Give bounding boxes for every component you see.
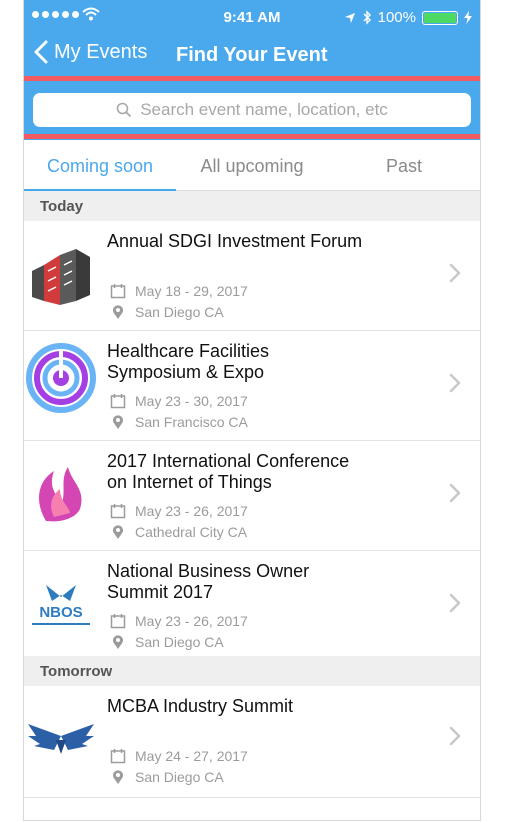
event-dates: May 23 - 30, 2017 <box>135 393 248 409</box>
calendar-icon <box>110 284 126 299</box>
page-title: Find Your Event <box>176 44 328 66</box>
chevron-right-icon <box>449 483 461 503</box>
battery-percent: 100% <box>377 9 416 26</box>
tab-coming-soon[interactable]: Coming soon <box>24 142 176 191</box>
event-row[interactable]: Healthcare Facilities Symposium & Expo M… <box>24 331 480 441</box>
event-dates-row: May 23 - 26, 2017 <box>110 613 248 629</box>
mcba-wings-logo <box>24 696 98 770</box>
back-button[interactable]: My Events <box>34 40 147 64</box>
map-pin-icon <box>113 525 123 539</box>
event-row[interactable]: MCBA Industry Summit May 24 - 27, 2017 S… <box>24 686 480 798</box>
event-location: San Diego CA <box>135 304 224 320</box>
event-dates: May 23 - 26, 2017 <box>135 613 248 629</box>
charging-icon <box>464 11 472 24</box>
event-dates-row: May 18 - 29, 2017 <box>110 283 248 299</box>
navigation-bar: My Events Find Your Event <box>24 40 480 74</box>
event-title: National Business Owner Summit 2017 <box>107 561 310 602</box>
event-title: MCBA Industry Summit <box>107 696 294 716</box>
event-location-row: San Diego CA <box>110 769 224 785</box>
calendar-icon <box>110 749 126 764</box>
event-row[interactable]: Annual SDGI Investment Forum May 18 - 29… <box>24 221 480 331</box>
chevron-right-icon <box>449 263 461 283</box>
calendar-icon <box>110 614 126 629</box>
event-location-row: San Diego CA <box>110 304 224 320</box>
event-location-row: Cathedral City CA <box>110 524 247 540</box>
event-row[interactable]: 2017 International Conference on Interne… <box>24 441 480 551</box>
back-button-label: My Events <box>54 40 148 63</box>
nbos-logo: NBOS <box>24 561 98 635</box>
event-location: San Diego CA <box>135 769 224 785</box>
sdgi-building-logo <box>24 231 98 305</box>
healthcare-circle-logo <box>24 341 98 415</box>
event-title: Annual SDGI Investment Forum <box>107 231 363 251</box>
section-header-tomorrow: Tomorrow <box>24 656 480 686</box>
status-bar: 9:41 AM 100% <box>24 0 480 34</box>
calendar-icon <box>110 394 126 409</box>
event-location-row: San Francisco CA <box>110 414 248 430</box>
map-pin-icon <box>113 305 123 319</box>
battery-icon <box>422 10 458 25</box>
map-pin-icon <box>113 770 123 784</box>
event-dates-row: May 24 - 27, 2017 <box>110 748 248 764</box>
chevron-right-icon <box>449 373 461 393</box>
event-title: Healthcare Facilities Symposium & Expo <box>107 341 270 382</box>
map-pin-icon <box>113 635 123 649</box>
event-title: 2017 International Conference on Interne… <box>107 451 350 492</box>
location-arrow-icon <box>344 12 355 23</box>
calendar-icon <box>110 504 126 519</box>
search-highlight <box>24 76 480 140</box>
nbos-logo-text: NBOS <box>39 604 82 621</box>
event-dates: May 18 - 29, 2017 <box>135 283 248 299</box>
iot-flame-logo <box>24 451 98 525</box>
section-header-today: Today <box>24 191 480 221</box>
event-dates: May 24 - 27, 2017 <box>135 748 248 764</box>
event-location: Cathedral City CA <box>135 524 248 540</box>
chevron-left-icon <box>34 40 48 64</box>
event-location-row: San Diego CA <box>110 634 224 650</box>
chevron-right-icon <box>449 726 461 746</box>
event-location: San Francisco CA <box>135 414 248 430</box>
event-dates: May 23 - 26, 2017 <box>135 503 248 519</box>
app-frame: 9:41 AM 100% My Events Find Your Event S… <box>23 0 481 821</box>
tab-all-upcoming[interactable]: All upcoming <box>176 142 328 190</box>
bluetooth-icon <box>363 10 371 25</box>
event-row[interactable]: NBOS National Business Owner Summit 2017… <box>24 551 480 661</box>
event-location: San Diego CA <box>135 634 224 650</box>
tab-past[interactable]: Past <box>328 142 480 190</box>
chevron-right-icon <box>449 593 461 613</box>
map-pin-icon <box>113 415 123 429</box>
highlight-box <box>24 76 480 139</box>
event-tabs: Coming soon All upcoming Past <box>24 142 480 191</box>
event-dates-row: May 23 - 26, 2017 <box>110 503 248 519</box>
event-dates-row: May 23 - 30, 2017 <box>110 393 248 409</box>
